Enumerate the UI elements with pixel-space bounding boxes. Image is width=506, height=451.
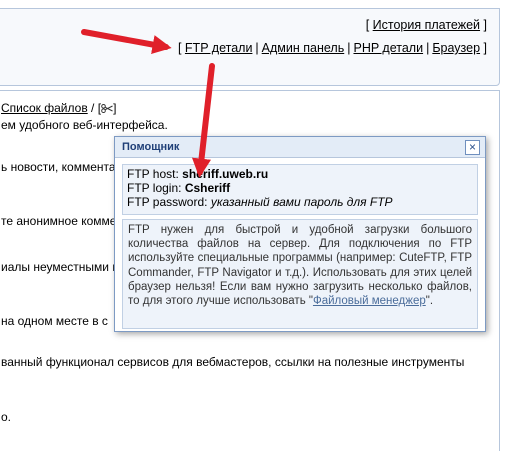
ftp-description-end: ". <box>425 295 434 308</box>
breadcrumb: Список файлов / [] <box>1 101 116 115</box>
payment-history-link[interactable]: История платежей <box>373 18 480 32</box>
ftp-login-value: Csheriff <box>184 181 231 195</box>
content-text-line: на одном месте в с <box>1 314 108 328</box>
scissors-icon[interactable]: [] <box>98 101 117 115</box>
top-panel: [ История платежей ] [ FTP детали | Админ … <box>0 8 500 86</box>
ftp-password-row: FTP password: указанный вами пароль для … <box>127 195 473 209</box>
content-text-line: иалы неуместными и <box>1 260 120 274</box>
ftp-details-link[interactable]: FTP детали <box>185 41 253 55</box>
separator: | <box>347 41 351 55</box>
ftp-host-label: FTP host: <box>127 167 179 181</box>
bracket-close: ] <box>480 18 487 32</box>
browser-link[interactable]: Браузер <box>432 41 480 55</box>
content-text-line: ь новости, коммента <box>1 160 116 174</box>
ftp-login-label: FTP login: <box>127 181 182 195</box>
ftp-login-row: FTP login: Csheriff <box>127 181 473 195</box>
account-links-row: [ FTP детали | Админ панель | PHP детали | Бра… <box>178 41 487 55</box>
history-row: [ История платежей ] <box>366 18 487 32</box>
separator: | <box>426 41 430 55</box>
close-icon[interactable]: × <box>465 140 480 155</box>
ftp-host-value: sheriff.uweb.ru <box>182 167 269 181</box>
separator: | <box>255 41 259 55</box>
content-text-line: те анонимное комме <box>1 214 117 228</box>
ftp-description-box: FTP нужен для быстрой и удобной загрузки… <box>122 219 478 329</box>
php-details-link[interactable]: PHP детали <box>353 41 423 55</box>
bracket-close: ] <box>480 41 487 55</box>
breadcrumb-separator: / <box>91 101 95 115</box>
bracket-open: [ <box>365 18 373 32</box>
content-text-line: ем удобного веб-интерфейса. <box>1 118 168 132</box>
ftp-password-value: указанный вами пароль для FTP <box>210 195 393 209</box>
admin-panel-link[interactable]: Админ панель <box>262 41 345 55</box>
file-manager-link[interactable]: Файловый менеджер <box>313 295 426 307</box>
ftp-credentials-box: FTP host: sheriff.uweb.ru FTP login: Csh… <box>122 164 478 215</box>
helper-title-bar: Помощник × <box>115 137 485 158</box>
content-text-line: о. <box>1 410 12 424</box>
helper-popup: Помощник × FTP host: sheriff.uweb.ru FTP… <box>114 136 486 332</box>
content-text-line: ванный функционал сервисов для вебмастер… <box>1 355 465 369</box>
bracket-open: [ <box>177 41 185 55</box>
file-list-link[interactable]: Список файлов <box>1 101 88 115</box>
ftp-host-row: FTP host: sheriff.uweb.ru <box>127 167 473 181</box>
ftp-password-label: FTP password: <box>127 195 208 209</box>
helper-title: Помощник <box>122 141 180 153</box>
